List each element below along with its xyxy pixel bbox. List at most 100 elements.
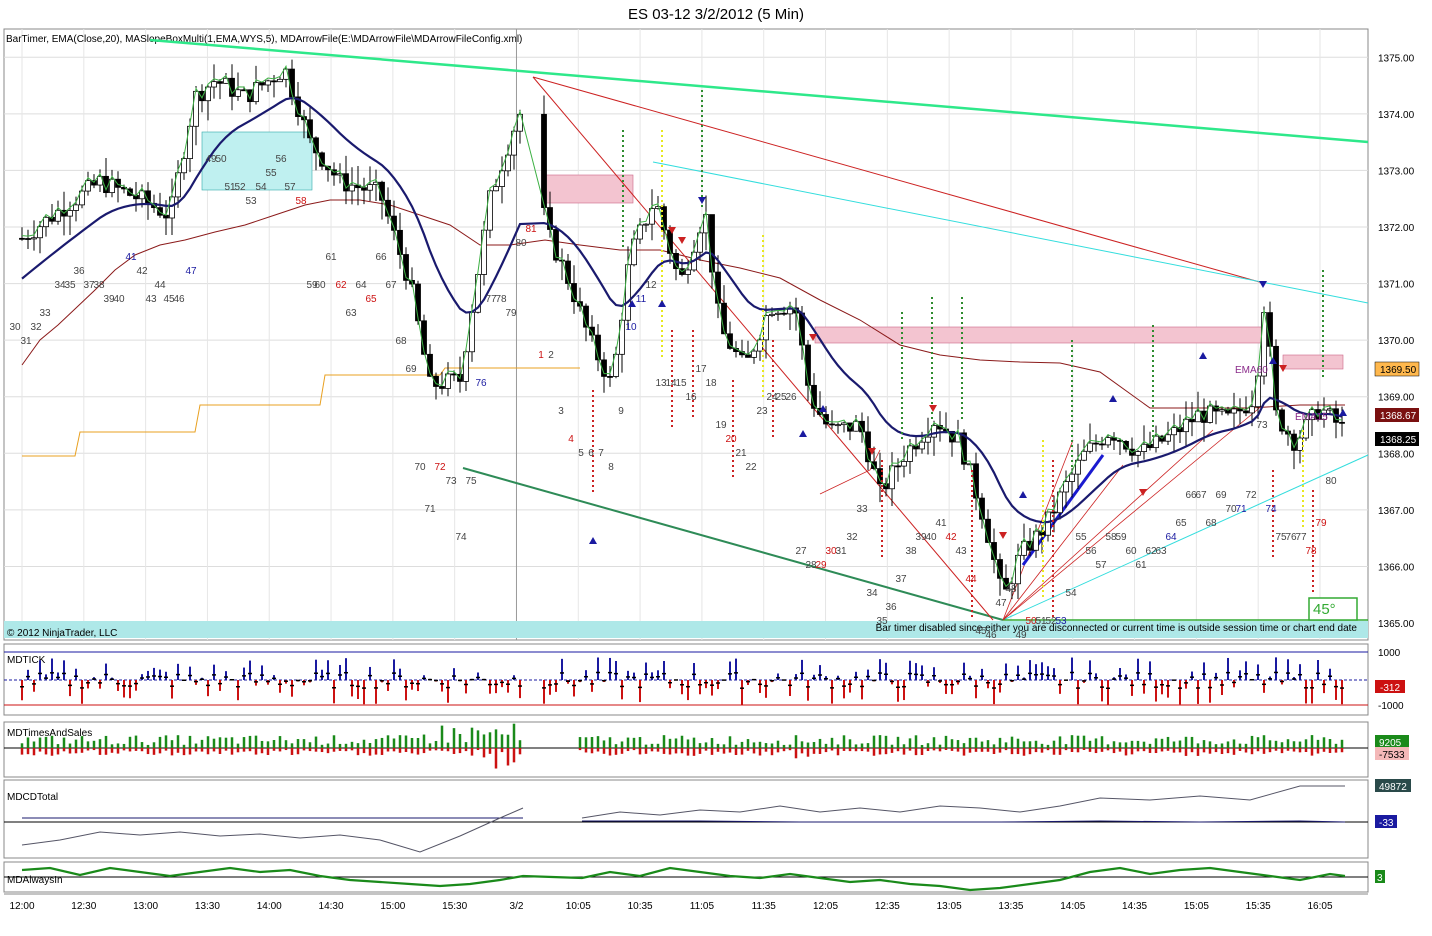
candle-body [775,312,781,315]
bar-number-label: 54 [1065,588,1077,599]
candle-body [685,269,691,275]
bar-number-label: 73 [445,476,457,487]
candle-body [1195,410,1201,423]
candle-body [361,187,367,191]
candle-body [541,113,547,208]
candle-body [745,354,751,358]
bar-number-label: 77 [1295,532,1307,543]
bar-number-label: 64 [1165,532,1177,543]
candle-body [967,463,973,466]
candle-body [1339,421,1345,424]
candle-body [925,436,931,443]
time-axis-tick: 15:30 [442,901,467,912]
candle-body [835,424,841,427]
candle-body [757,339,763,352]
time-axis-tick: 12:35 [875,901,900,912]
bar-number-label: 56 [275,154,287,165]
bar-number-label: 43 [955,546,967,557]
slope-box-pink-3 [1282,354,1344,370]
candle-body [781,312,787,315]
candle-body [829,423,835,426]
candle-body [901,461,907,467]
bar-number-label: 46 [173,294,185,305]
bar-number-label: 44 [965,574,977,585]
ema15-label: EMA15 [1295,412,1328,423]
candle-body [709,214,715,273]
candle-body [1237,408,1243,412]
bar-number-label: 80 [515,238,527,249]
candle-body [1051,511,1057,514]
candle-body [19,237,25,240]
bar-number-label: 5 [578,448,584,459]
candle-body [265,80,271,86]
candle-body [235,89,241,97]
candle-body [349,184,355,192]
angle-label: 45° [1313,601,1336,618]
cd-value-2: -33 [1379,818,1394,829]
bar-number-label: 3 [558,406,564,417]
bar-number-label: 65 [1175,518,1187,529]
bar-number-label: 75 [465,476,477,487]
price-badge-2-text: 1368.67 [1380,411,1417,422]
price-axis-tick: 1373.00 [1378,166,1415,177]
bar-number-label: 44 [154,280,166,291]
slope-box-pink-2 [814,326,1264,344]
cd-value-1: 49872 [1379,782,1407,793]
bar-number-label: 32 [846,532,858,543]
bar-number-label: 76 [475,378,487,389]
price-badge-1-text: 1369.50 [1380,365,1417,376]
candle-body [67,210,73,217]
bar-number-label: 42 [945,532,957,543]
bar-number-label: 67 [385,280,397,291]
candle-body [1153,435,1159,449]
candle-body [655,206,661,209]
bar-number-label: 27 [795,546,807,557]
bar-number-label: 33 [39,308,51,319]
price-axis-tick: 1369.00 [1378,393,1415,404]
bar-number-label: 35 [876,616,888,627]
bar-number-label: 38 [93,280,105,291]
bar-number-label: 35 [64,280,76,291]
price-badge-2: 1368.67 [1375,408,1419,422]
price-axis-tick: 1374.00 [1378,110,1415,121]
bar-number-label: 41 [935,518,947,529]
candle-body [559,259,565,262]
bar-number-label: 63 [1155,546,1167,557]
chart-canvas[interactable]: ES 03-12 3/2/2012 (5 Min) 1375.00 1374.00… [0,0,1432,936]
time-axis-tick: 12:05 [813,901,838,912]
candle-body [271,80,277,83]
bar-number-label: 66 [375,252,387,263]
bar-number-label: 9 [618,406,624,417]
bar-number-label: 6 [588,448,594,459]
bar-number-label: 55 [1075,532,1087,543]
candle-body [895,465,901,468]
bar-number-label: 37 [895,574,907,585]
price-badge-3: 1368.25 [1375,432,1419,446]
candle-body [1105,437,1111,446]
bar-number-label: 31 [835,546,847,557]
time-axis-tick: 14:00 [257,901,282,912]
bar-number-label: 17 [695,364,707,375]
candle-body [157,207,163,216]
bar-number-label: 69 [1215,490,1227,501]
candle-body [43,216,49,228]
bar-number-label: 74 [1265,504,1277,515]
bar-number-label: 62 [335,280,347,291]
candle-body [1165,434,1171,442]
bar-number-label: 68 [1205,518,1217,529]
bar-number-label: 8 [608,462,614,473]
bar-number-label: 36 [885,602,897,613]
candle-body [1063,481,1069,493]
price-axis-tick: 1367.00 [1378,506,1415,517]
bar-number-label: 19 [715,420,727,431]
bar-number-label: 30 [9,322,21,333]
candle-body [853,420,859,432]
bar-number-label: 2 [548,350,554,361]
bar-number-label: 46 [985,630,997,641]
bar-number-label: 47 [995,598,1007,609]
price-badge-3-text: 1368.25 [1380,435,1417,446]
bar-number-label: 15 [675,378,687,389]
bar-number-label: 68 [395,336,407,347]
price-axis-tick: 1370.00 [1378,336,1415,347]
bar-number-label: 23 [756,406,768,417]
